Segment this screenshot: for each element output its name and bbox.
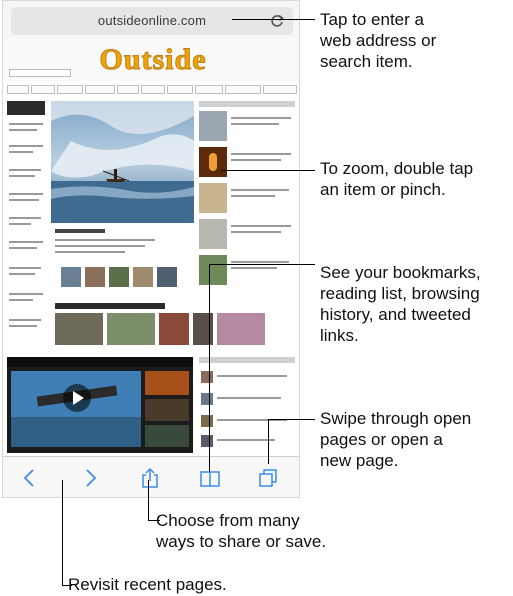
- left-column-heading: [7, 101, 45, 115]
- photo-gallery-strip[interactable]: [55, 303, 265, 347]
- tabs-callout: Swipe through open pages or open a new p…: [320, 409, 472, 470]
- nav-item[interactable]: [31, 85, 55, 94]
- rail-thumbnail[interactable]: [199, 183, 227, 213]
- chevron-right-icon[interactable]: [79, 467, 101, 489]
- rail-thumbnail[interactable]: [199, 255, 227, 285]
- right-story-list[interactable]: [199, 357, 297, 453]
- nav-item[interactable]: [57, 85, 83, 94]
- hero-thumbnail-strip[interactable]: [61, 267, 189, 289]
- nav-item[interactable]: [85, 85, 115, 94]
- webpage-content[interactable]: Outside: [3, 39, 299, 456]
- right-rail-stories[interactable]: [199, 101, 297, 297]
- site-nav[interactable]: [7, 85, 297, 95]
- site-search-box[interactable]: [9, 69, 71, 77]
- chevron-left-icon[interactable]: [19, 467, 41, 489]
- nav-item[interactable]: [195, 85, 223, 94]
- nav-item[interactable]: [263, 85, 297, 94]
- safari-toolbar: [3, 456, 299, 497]
- back-callout: Revisit recent pages.: [68, 575, 227, 594]
- nav-item[interactable]: [167, 85, 193, 94]
- share-icon[interactable]: [139, 467, 161, 489]
- play-icon[interactable]: [62, 383, 92, 413]
- rail-thumbnail[interactable]: [199, 111, 227, 141]
- address-callout: Tap to enter a web address or search ite…: [320, 10, 437, 71]
- tabs-icon[interactable]: [257, 467, 279, 489]
- rail-thumbnail[interactable]: [199, 147, 227, 177]
- ipad-safari-screen: outsideonline.com Outside: [2, 0, 300, 498]
- bookmarks-callout: See your bookmarks, reading list, browsi…: [320, 263, 481, 345]
- share-callout: Choose from many ways to share or save.: [156, 511, 327, 551]
- site-logo[interactable]: Outside: [73, 43, 233, 77]
- nav-item[interactable]: [117, 85, 139, 94]
- nav-item[interactable]: [225, 85, 261, 94]
- address-bar[interactable]: outsideonline.com: [11, 7, 293, 35]
- rail-thumbnail[interactable]: [199, 219, 227, 249]
- hero-caption[interactable]: [55, 225, 165, 265]
- zoom-callout: To zoom, double tap an item or pinch.: [320, 159, 474, 199]
- nav-item[interactable]: [7, 85, 29, 94]
- left-story-column[interactable]: [7, 101, 47, 351]
- featured-video[interactable]: [7, 357, 193, 453]
- book-icon[interactable]: [199, 467, 221, 489]
- site-header: Outside: [3, 39, 299, 81]
- nav-item[interactable]: [141, 85, 165, 94]
- hero-photo[interactable]: [51, 101, 194, 223]
- url-text: outsideonline.com: [97, 13, 207, 28]
- reload-icon[interactable]: [269, 13, 285, 29]
